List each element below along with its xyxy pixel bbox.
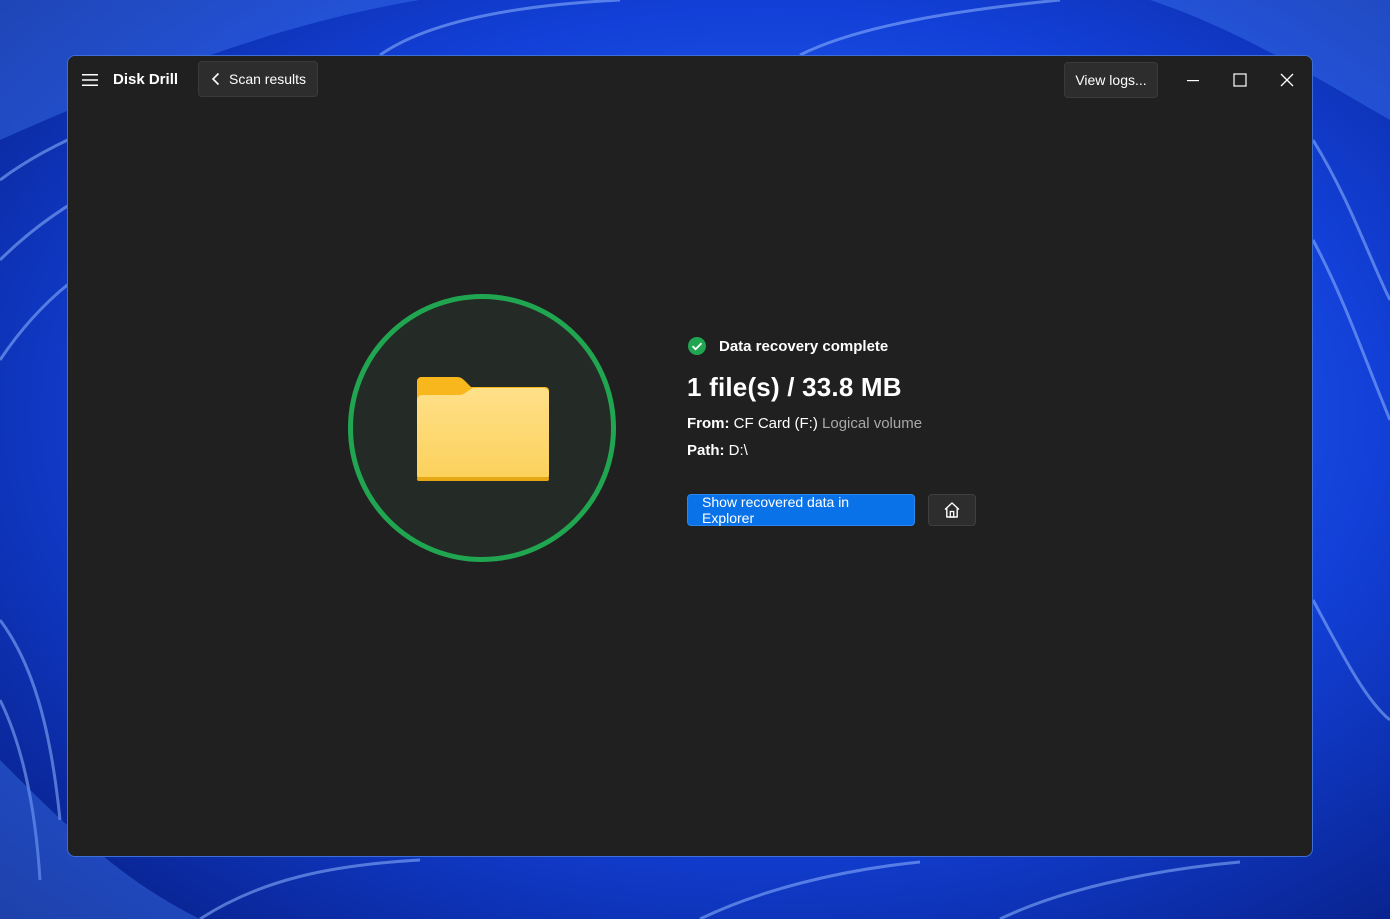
back-button-label: Scan results — [229, 71, 307, 87]
path-value: D:\ — [728, 442, 748, 459]
close-icon — [1280, 73, 1294, 87]
recovery-status-ring — [348, 294, 616, 562]
check-circle-icon — [687, 336, 707, 356]
app-title: Disk Drill — [113, 71, 179, 88]
home-icon — [944, 502, 960, 518]
action-bar: Show recovered data in Explorer — [687, 494, 976, 526]
hamburger-icon — [82, 74, 98, 86]
minimize-icon — [1187, 80, 1199, 82]
home-button[interactable] — [928, 494, 976, 526]
path-label: Path: — [687, 442, 725, 459]
from-type: Logical volume — [822, 415, 923, 432]
recovery-info: Data recovery complete 1 file(s) / 33.8 … — [687, 334, 1107, 459]
menu-button[interactable] — [76, 66, 104, 94]
folder-icon — [417, 377, 549, 481]
chevron-left-icon — [211, 72, 221, 86]
source-line: From: CF Card (F:) Logical volume — [687, 415, 1107, 432]
close-button[interactable] — [1264, 62, 1310, 98]
view-logs-button[interactable]: View logs... — [1064, 62, 1158, 98]
app-window: Disk Drill Scan results View logs... Dat… — [67, 55, 1313, 857]
maximize-button[interactable] — [1217, 62, 1263, 98]
minimize-button[interactable] — [1170, 62, 1216, 98]
scan-results-back-button[interactable]: Scan results — [198, 61, 318, 97]
from-label: From: — [687, 415, 730, 432]
recovery-summary: 1 file(s) / 33.8 MB — [687, 372, 902, 402]
show-in-explorer-button[interactable]: Show recovered data in Explorer — [687, 494, 915, 526]
title-bar: Disk Drill Scan results View logs... — [68, 56, 1312, 104]
status-text: Data recovery complete — [719, 337, 889, 355]
from-value: CF Card (F:) — [733, 415, 818, 432]
status-row: Data recovery complete — [687, 334, 1107, 358]
path-line: Path: D:\ — [687, 442, 1107, 459]
maximize-icon — [1233, 73, 1247, 87]
